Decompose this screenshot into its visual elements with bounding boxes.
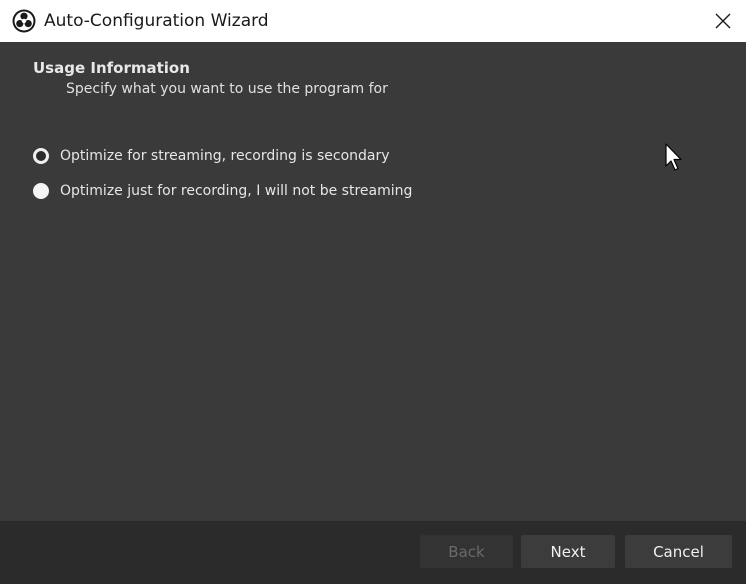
radio-streaming[interactable] [33, 148, 49, 164]
option-recording[interactable]: Optimize just for recording, I will not … [33, 183, 412, 199]
radio-recording[interactable] [33, 183, 49, 199]
window-title: Auto-Configuration Wizard [44, 11, 269, 31]
option-streaming[interactable]: Optimize for streaming, recording is sec… [33, 148, 390, 164]
option-streaming-label: Optimize for streaming, recording is sec… [60, 148, 390, 164]
title-bar: Auto-Configuration Wizard [0, 0, 746, 42]
wizard-content: Usage Information Specify what you want … [0, 42, 746, 521]
option-recording-label: Optimize just for recording, I will not … [60, 183, 413, 199]
next-button[interactable]: Next [521, 535, 615, 568]
obs-logo-icon [12, 9, 36, 33]
page-heading: Usage Information [33, 59, 190, 77]
close-button[interactable] [700, 0, 746, 42]
cancel-button[interactable]: Cancel [625, 535, 732, 568]
wizard-footer: Back Next Cancel [0, 521, 746, 584]
back-button[interactable]: Back [420, 535, 513, 568]
close-icon [715, 13, 731, 29]
mouse-cursor-icon [665, 143, 682, 171]
page-subheading: Specify what you want to use the program… [66, 81, 388, 97]
wizard-window: Auto-Configuration Wizard Usage Informat… [0, 0, 746, 584]
